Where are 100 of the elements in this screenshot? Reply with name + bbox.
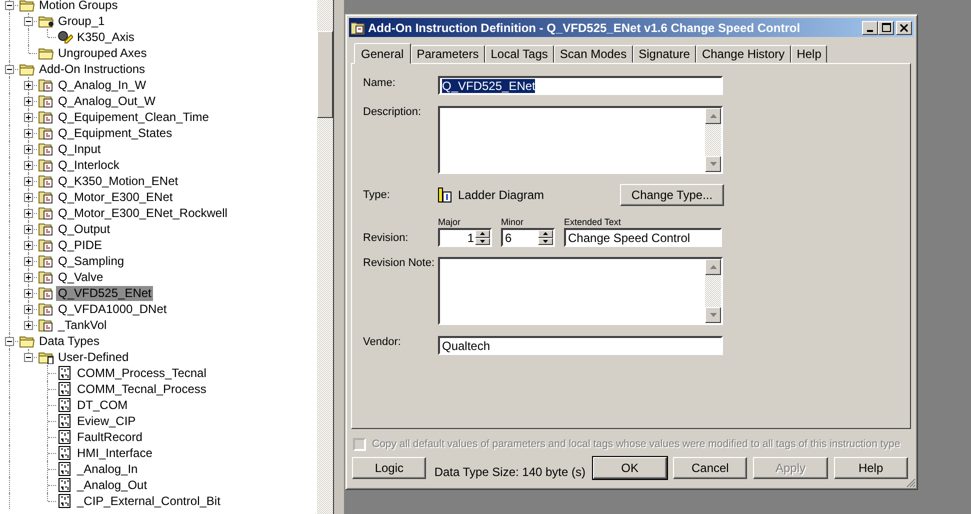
tab[interactable]: Help xyxy=(790,45,828,63)
tab[interactable]: Change History xyxy=(696,45,791,63)
tree-item[interactable]: Q_VFD525_ENet xyxy=(56,286,154,300)
tree-item[interactable]: DT_COM xyxy=(75,398,130,412)
instruction-folder-icon xyxy=(38,94,54,108)
down-arrow-icon xyxy=(543,240,548,243)
scrollbar[interactable] xyxy=(705,259,721,323)
up-arrow-icon xyxy=(710,265,716,269)
minimize-button[interactable] xyxy=(862,20,878,34)
tree-item[interactable]: COMM_Process_Tecnal xyxy=(75,366,208,380)
tab[interactable]: General xyxy=(354,43,411,64)
expand-toggle[interactable] xyxy=(24,289,33,298)
tree-item[interactable]: _Analog_In xyxy=(75,462,140,476)
change-type-button[interactable]: Change Type... xyxy=(620,184,724,206)
expand-toggle[interactable] xyxy=(5,1,14,10)
tree-item[interactable]: Q_Motor_E300_ENet_Rockwell xyxy=(56,206,230,220)
expand-toggle[interactable] xyxy=(24,129,33,138)
vendor-field[interactable]: Qualtech xyxy=(438,336,723,355)
tree-item[interactable]: Q_Interlock xyxy=(56,158,122,172)
tree-item[interactable]: HMI_Interface xyxy=(75,446,154,460)
tree-item[interactable]: _TankVol xyxy=(56,318,109,332)
instruction-folder-icon xyxy=(38,142,54,156)
scrollbar[interactable] xyxy=(705,108,721,172)
tree-item[interactable]: Q_Input xyxy=(56,142,103,156)
tree-item[interactable]: Group_1 xyxy=(56,14,107,28)
tab[interactable]: Parameters xyxy=(410,45,485,63)
tree-item[interactable]: Q_Analog_Out_W xyxy=(56,94,158,108)
tree-item[interactable]: Q_Analog_In_W xyxy=(56,78,148,92)
field-label: Revision: xyxy=(363,232,410,246)
pane-splitter[interactable] xyxy=(333,0,345,514)
tree-item[interactable]: K350_Axis xyxy=(75,30,136,44)
minor-spinner[interactable]: 6 xyxy=(501,228,555,247)
tree-item[interactable]: Q_Motor_E300_ENet xyxy=(56,190,175,204)
binary-document-icon xyxy=(57,430,73,444)
tree-item[interactable]: User-Defined xyxy=(56,350,131,364)
expand-toggle[interactable] xyxy=(5,337,14,346)
tree-item[interactable]: Ungrouped Axes xyxy=(56,46,149,60)
down-arrow-icon xyxy=(710,162,716,166)
tree-item[interactable]: Q_Valve xyxy=(56,270,106,284)
checkbox-label: Copy all default values of parameters and local tags whose values were modified to all tags of this instruction type xyxy=(372,438,900,450)
scrollbar[interactable] xyxy=(317,0,333,514)
expand-toggle[interactable] xyxy=(24,257,33,266)
extended-text-field[interactable]: Change Speed Control xyxy=(564,228,722,247)
expand-toggle[interactable] xyxy=(24,113,33,122)
instruction-folder-icon xyxy=(38,286,54,300)
field-label: Minor xyxy=(501,216,525,228)
tab[interactable]: Signature xyxy=(632,45,696,63)
tree-item[interactable]: Q_Equipment_States xyxy=(56,126,174,140)
binary-document-icon xyxy=(57,366,73,380)
logic-button[interactable]: Logic xyxy=(352,456,426,478)
tree-item[interactable]: _CIP_External_Control_Bit xyxy=(75,494,222,508)
tree-item[interactable]: _Analog_Out xyxy=(75,478,150,492)
tree-item[interactable]: COMM_Tecnal_Process xyxy=(75,382,208,396)
expand-toggle[interactable] xyxy=(24,305,33,314)
tree-item[interactable]: Motion Groups xyxy=(37,0,120,12)
close-button[interactable] xyxy=(896,20,912,34)
expand-toggle[interactable] xyxy=(24,161,33,170)
down-arrow-icon xyxy=(480,240,485,243)
name-field[interactable]: Q_VFD525_ENet xyxy=(438,76,723,95)
tree-item[interactable]: Data Types xyxy=(37,334,102,348)
dialog-button[interactable]: Help xyxy=(834,456,908,478)
tree-item[interactable]: Add-On Instructions xyxy=(37,62,148,76)
revision-note-field[interactable] xyxy=(438,257,723,325)
expand-toggle[interactable] xyxy=(24,81,33,90)
tree-item[interactable]: Q_PIDE xyxy=(56,238,104,252)
dialog-button[interactable]: Cancel xyxy=(673,456,748,478)
expand-toggle[interactable] xyxy=(24,225,33,234)
expand-toggle[interactable] xyxy=(24,177,33,186)
expand-toggle[interactable] xyxy=(24,273,33,282)
instruction-folder-icon xyxy=(38,238,54,252)
tree-item[interactable]: FaultRecord xyxy=(75,430,144,444)
tree-item[interactable]: Q_K350_Motion_ENet xyxy=(56,174,180,188)
expand-toggle[interactable] xyxy=(24,193,33,202)
expand-toggle[interactable] xyxy=(24,209,33,218)
expand-toggle[interactable] xyxy=(24,241,33,250)
dialog-button[interactable]: OK xyxy=(592,456,667,478)
tab[interactable]: Local Tags xyxy=(484,45,554,63)
tree-item[interactable]: Q_Sampling xyxy=(56,254,126,268)
expand-toggle[interactable] xyxy=(24,145,33,154)
up-arrow-icon xyxy=(480,232,485,236)
expand-toggle[interactable] xyxy=(24,353,33,362)
tree-item[interactable]: Eview_CIP xyxy=(75,414,138,428)
expand-toggle[interactable] xyxy=(5,65,14,74)
expand-toggle[interactable] xyxy=(24,97,33,106)
expand-toggle[interactable] xyxy=(24,321,33,330)
tree-item[interactable]: Q_VFDA1000_DNet xyxy=(56,302,169,316)
resize-grip[interactable] xyxy=(905,477,916,488)
instruction-folder-icon xyxy=(38,174,54,188)
maximize-button[interactable] xyxy=(878,20,894,34)
tree-item[interactable]: Q_Equipement_Clean_Time xyxy=(56,110,211,124)
up-arrow-icon xyxy=(710,114,716,118)
expand-toggle[interactable] xyxy=(24,17,33,26)
folder-icon xyxy=(19,0,35,12)
tree-item[interactable]: Q_Output xyxy=(56,222,112,236)
instruction-folder-icon xyxy=(38,126,54,140)
instruction-icon xyxy=(351,20,365,34)
tab[interactable]: Scan Modes xyxy=(554,45,633,63)
description-field[interactable] xyxy=(438,106,723,174)
instruction-folder-icon xyxy=(38,190,54,204)
major-spinner[interactable]: 1 xyxy=(438,228,492,247)
